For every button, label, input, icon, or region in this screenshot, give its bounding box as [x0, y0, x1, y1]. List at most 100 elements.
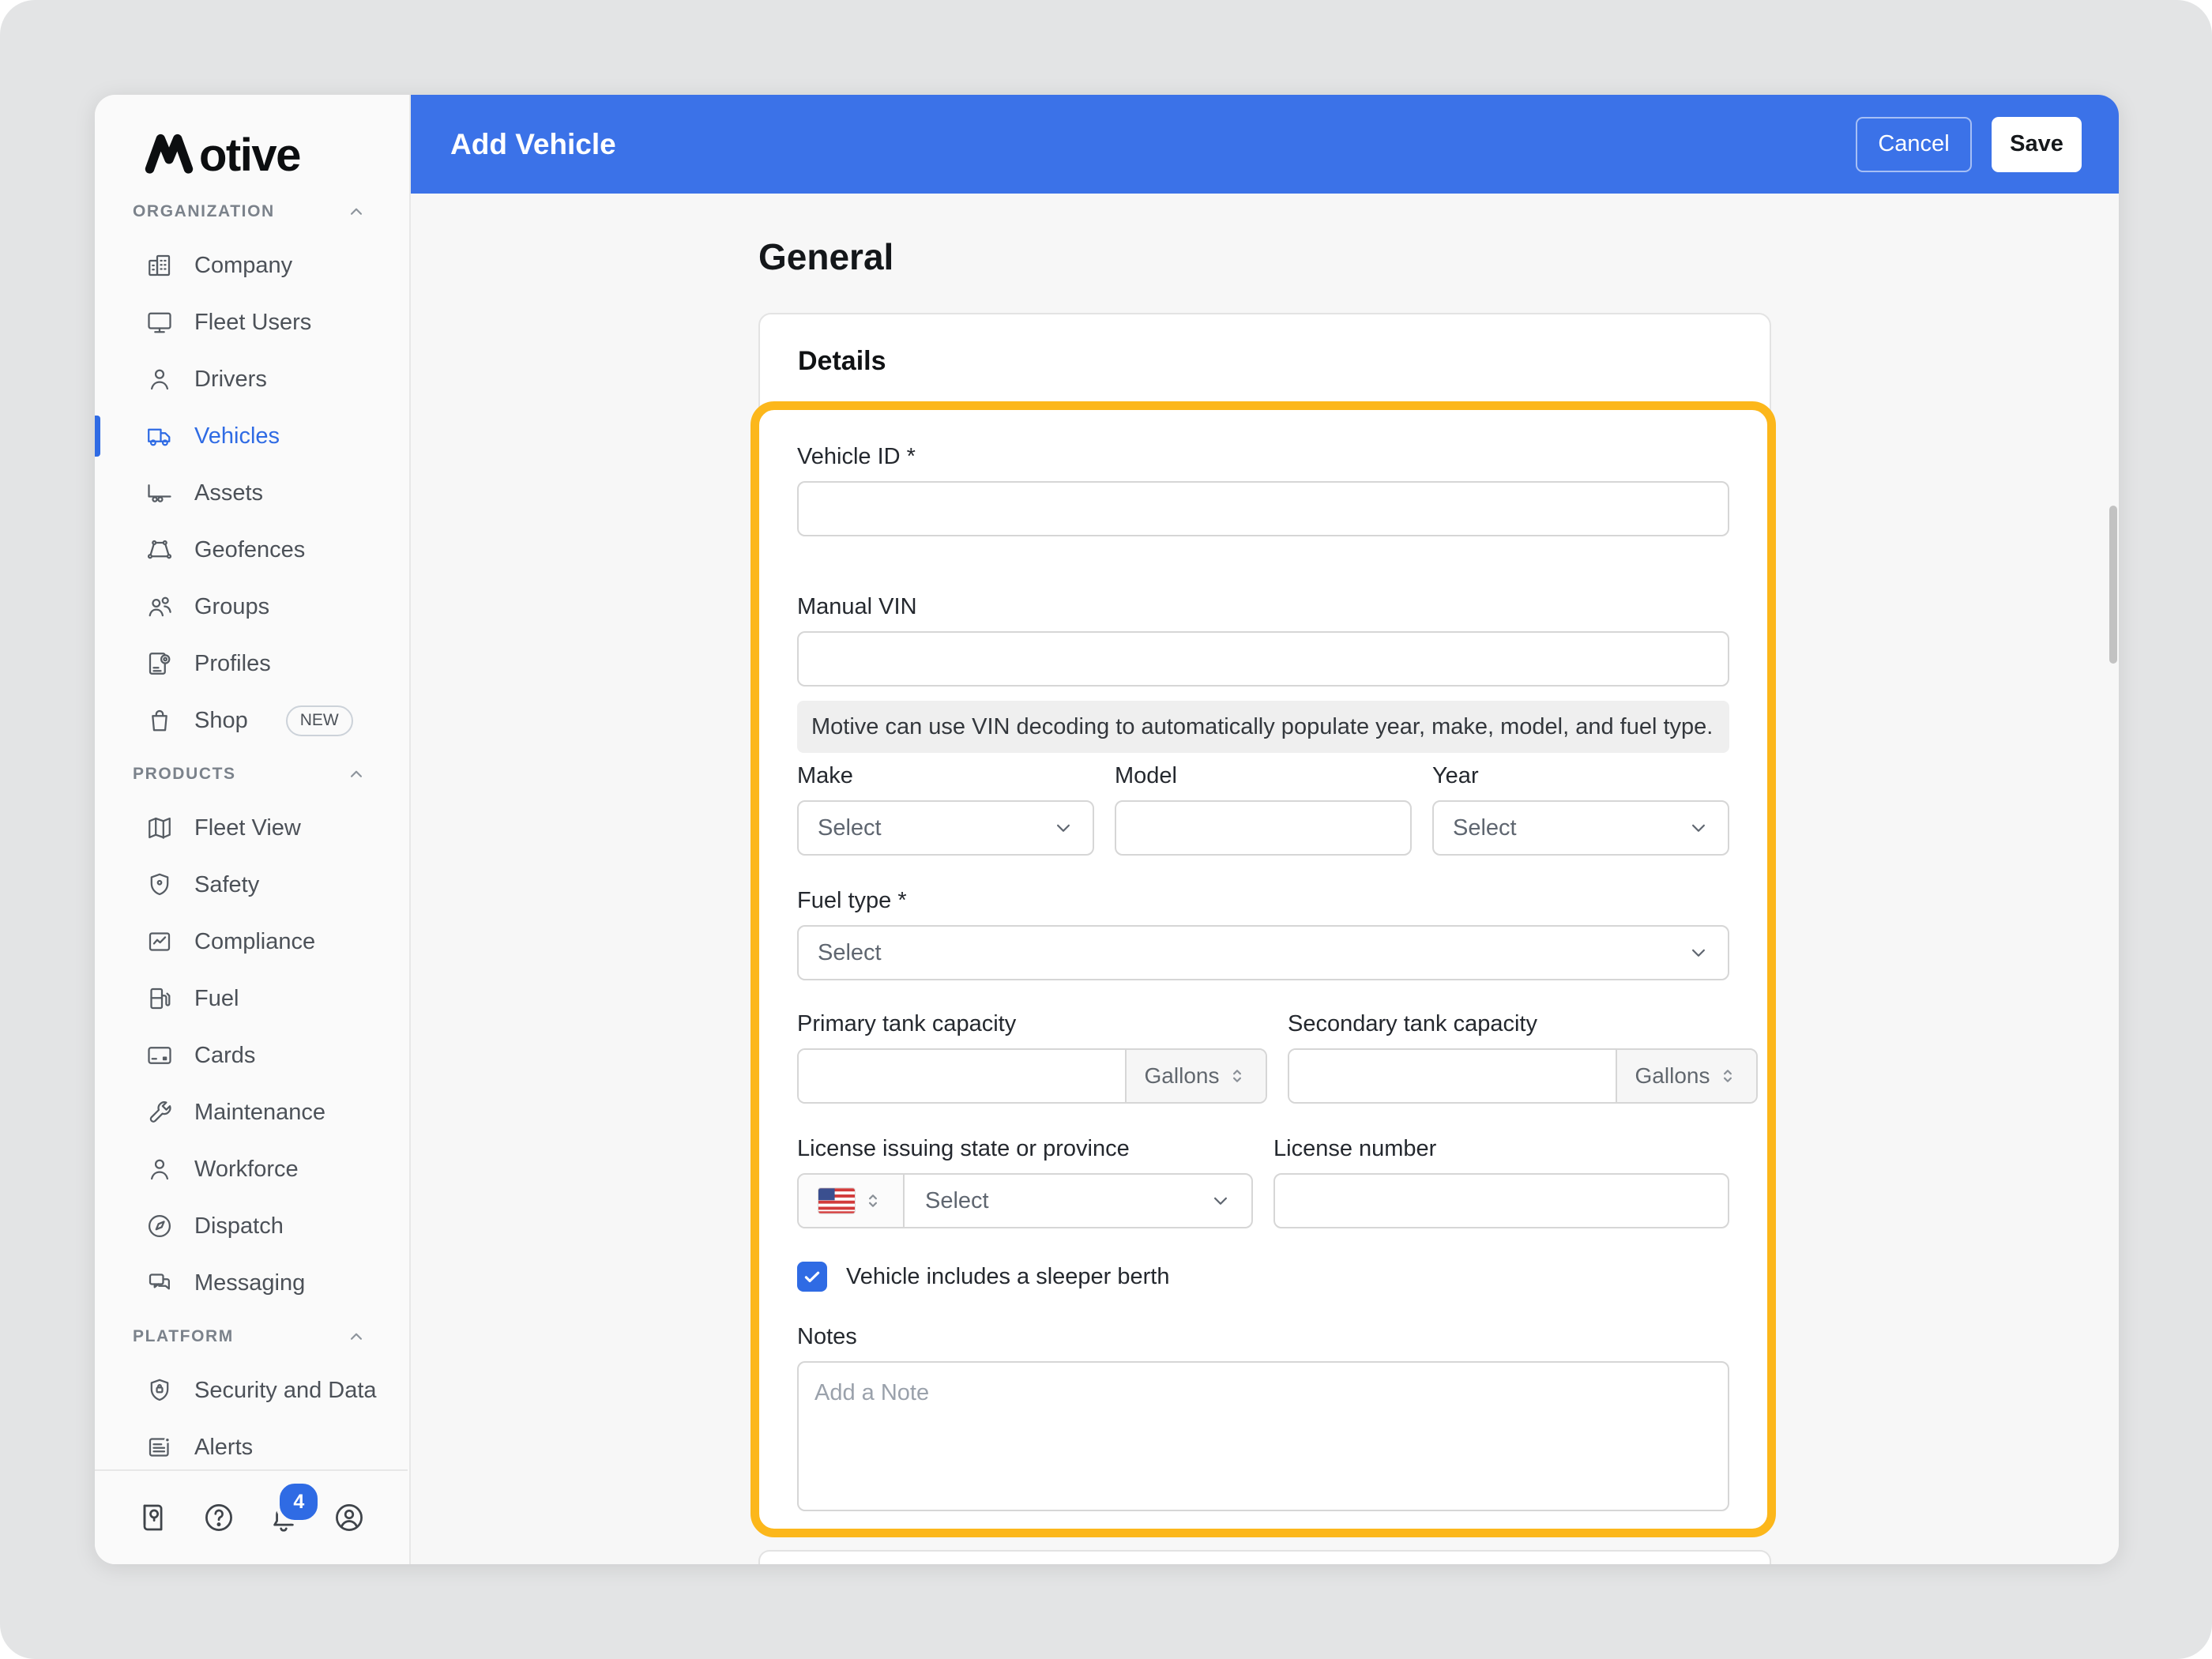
vehicle-id-label: Vehicle ID *	[797, 443, 1729, 470]
account-button[interactable]	[332, 1500, 367, 1535]
secondary-tank-unit-select[interactable]: Gallons	[1616, 1050, 1756, 1102]
chevron-up-icon	[346, 764, 367, 784]
secondary-tank-input[interactable]	[1289, 1050, 1616, 1102]
topbar: Add Vehicle Cancel Save	[411, 95, 2119, 194]
make-select[interactable]: Select	[797, 800, 1094, 856]
sidebar-item-geofences[interactable]: Geofences	[95, 521, 409, 578]
account-icon	[332, 1500, 367, 1535]
make-label: Make	[797, 762, 1094, 789]
country-flag-select[interactable]	[799, 1175, 905, 1227]
sidebar-item-groups[interactable]: Groups	[95, 578, 409, 635]
vin-hint-banner: Motive can use VIN decoding to automatic…	[797, 701, 1729, 753]
make-select-value: Select	[818, 815, 882, 841]
sidebar-section-platform[interactable]: PLATFORM	[95, 1311, 409, 1362]
sidebar-section-organization[interactable]: ORGANIZATION	[95, 186, 409, 237]
topbar-actions: Cancel Save	[1856, 95, 2082, 194]
help-button[interactable]	[201, 1500, 236, 1535]
sidebar-item-fleet-users[interactable]: Fleet Users	[95, 294, 409, 351]
sidebar-item-safety[interactable]: Safety	[95, 856, 409, 913]
motive-logo[interactable]: otive	[144, 133, 300, 174]
chevron-down-icon	[1209, 1189, 1232, 1213]
tank-capacity-row: Primary tank capacity Gallons	[797, 1010, 1729, 1104]
license-state-select[interactable]: Select	[905, 1175, 1251, 1227]
cancel-button[interactable]: Cancel	[1856, 117, 1972, 172]
fuel-type-select[interactable]: Select	[797, 925, 1729, 980]
user-icon	[145, 365, 174, 393]
sidebar-item-label: Geofences	[194, 537, 305, 563]
help-icon	[201, 1500, 236, 1535]
sidebar-item-fuel[interactable]: Fuel	[95, 970, 409, 1027]
sidebar-item-dispatch[interactable]: Dispatch	[95, 1198, 409, 1255]
notes-field: Notes	[797, 1323, 1729, 1511]
alert-doc-icon	[145, 1433, 174, 1462]
sidebar-item-shop[interactable]: Shop NEW	[95, 692, 409, 749]
sidebar-section-title: PLATFORM	[133, 1327, 234, 1346]
save-button[interactable]: Save	[1992, 117, 2082, 172]
bell-button[interactable]: 4	[266, 1500, 301, 1535]
sidebar-item-drivers[interactable]: Drivers	[95, 351, 409, 408]
sidebar-section-products[interactable]: PRODUCTS	[95, 749, 409, 799]
sidebar-item-label: Safety	[194, 872, 259, 898]
building-icon	[145, 251, 174, 280]
sidebar-item-maintenance[interactable]: Maintenance	[95, 1084, 409, 1141]
desktop-background: otive ORGANIZATION Company Fleet Users Driv…	[0, 0, 2212, 1659]
sidebar-item-label: Shop	[194, 708, 248, 734]
license-state-label: License issuing state or province	[797, 1135, 1253, 1162]
primary-tank-field: Primary tank capacity Gallons	[797, 1010, 1267, 1104]
manual-vin-label: Manual VIN	[797, 593, 1729, 620]
shield-lock-icon	[145, 1376, 174, 1405]
vehicle-id-input[interactable]	[797, 481, 1729, 536]
sidebar-item-alerts[interactable]: Alerts	[95, 1419, 409, 1468]
sidebar-item-label: Fleet Users	[194, 310, 311, 336]
sleeper-berth-checkbox[interactable]	[797, 1262, 827, 1292]
logo-wordmark: otive	[199, 137, 300, 174]
credit-card-icon	[145, 1041, 174, 1070]
sidebar-item-label: Fuel	[194, 986, 239, 1012]
sidebar-item-label: Messaging	[194, 1270, 305, 1296]
sidebar-item-label: Alerts	[194, 1435, 253, 1461]
model-input[interactable]	[1115, 800, 1412, 856]
manual-vin-field: Manual VIN Motive can use VIN decoding t…	[797, 593, 1729, 753]
notification-count-badge: 4	[276, 1480, 322, 1524]
sidebar-item-label: Security and Data	[194, 1378, 377, 1404]
license-number-input[interactable]	[1273, 1173, 1729, 1228]
wrench-icon	[145, 1098, 174, 1127]
sidebar-item-profiles[interactable]: Profiles	[95, 635, 409, 692]
main-content: General Details Vehicle ID * Manual VIN	[411, 194, 2119, 1564]
sidebar-item-fleet-view[interactable]: Fleet View	[95, 799, 409, 856]
geofence-icon	[145, 536, 174, 564]
sidebar-item-workforce[interactable]: Workforce	[95, 1141, 409, 1198]
notes-textarea[interactable]	[797, 1361, 1729, 1511]
guide-button[interactable]	[136, 1500, 171, 1535]
primary-tank-input[interactable]	[799, 1050, 1125, 1102]
sidebar-item-label: Drivers	[194, 367, 267, 393]
chat-icon	[145, 1269, 174, 1297]
caret-updown-icon	[1227, 1066, 1247, 1086]
sidebar: otive ORGANIZATION Company Fleet Users Driv…	[95, 95, 411, 1564]
sidebar-item-security-and-data[interactable]: Security and Data	[95, 1362, 409, 1419]
vehicle-id-field: Vehicle ID *	[797, 443, 1729, 536]
fuel-type-label: Fuel type *	[797, 887, 1729, 914]
details-card: Details Vehicle ID * Manual VIN Motive c…	[758, 313, 1771, 1532]
form-highlight-box: Vehicle ID * Manual VIN Motive can use V…	[750, 401, 1776, 1537]
secondary-tank-label: Secondary tank capacity	[1288, 1010, 1758, 1037]
new-badge: NEW	[286, 705, 353, 736]
chevron-down-icon	[1687, 816, 1710, 840]
next-card-peek	[758, 1550, 1771, 1564]
scrollbar-thumb[interactable]	[2109, 506, 2117, 664]
sidebar-item-label: Fleet View	[194, 815, 301, 841]
sidebar-item-compliance[interactable]: Compliance	[95, 913, 409, 970]
sidebar-item-label: Dispatch	[194, 1213, 284, 1240]
year-select[interactable]: Select	[1432, 800, 1729, 856]
sidebar-item-label: Cards	[194, 1043, 255, 1069]
sidebar-item-label: Company	[194, 253, 292, 279]
sidebar-item-assets[interactable]: Assets	[95, 465, 409, 521]
motive-m-icon	[144, 133, 194, 174]
sidebar-item-messaging[interactable]: Messaging	[95, 1255, 409, 1311]
sidebar-item-vehicles[interactable]: Vehicles	[95, 408, 409, 465]
sidebar-item-company[interactable]: Company	[95, 237, 409, 294]
manual-vin-input[interactable]	[797, 631, 1729, 687]
guide-icon	[136, 1500, 171, 1535]
sidebar-item-cards[interactable]: Cards	[95, 1027, 409, 1084]
primary-tank-unit-select[interactable]: Gallons	[1125, 1050, 1266, 1102]
